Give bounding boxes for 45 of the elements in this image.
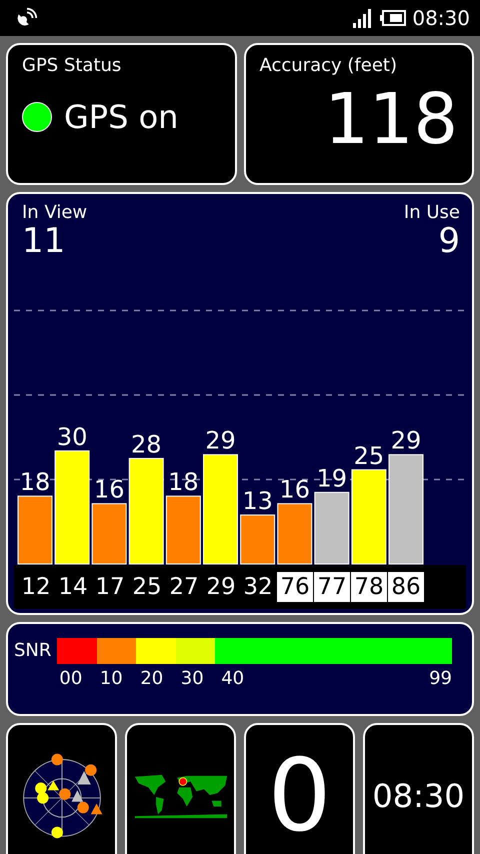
satellite-id: 77 bbox=[314, 572, 350, 602]
bar-value: 16 bbox=[94, 476, 124, 504]
accuracy-value: 118 bbox=[324, 84, 458, 154]
satellite-id: 27 bbox=[168, 573, 200, 602]
bar-value: 19 bbox=[316, 464, 348, 492]
in-use-count: 9 bbox=[438, 223, 460, 260]
bar-value: 18 bbox=[20, 468, 50, 496]
bar-value: 16 bbox=[279, 476, 310, 504]
satellite-id: 86 bbox=[388, 572, 424, 602]
snr-tick-label: 00 bbox=[59, 668, 82, 689]
counter-tile[interactable]: 0 bbox=[244, 723, 355, 854]
status-time: 08:30 bbox=[412, 6, 470, 30]
bar-value: 13 bbox=[242, 487, 273, 515]
satellite-id: 25 bbox=[131, 573, 163, 602]
clock-tile[interactable]: 08:30 bbox=[363, 723, 474, 854]
in-view-count: 11 bbox=[22, 223, 66, 260]
bar-value: 25 bbox=[354, 442, 384, 470]
satellite-id: 17 bbox=[94, 573, 126, 602]
clock-time: 08:30 bbox=[372, 777, 465, 815]
counter-value: 0 bbox=[268, 746, 332, 846]
bar-value: 18 bbox=[168, 468, 199, 496]
snr-label: SNR bbox=[14, 640, 52, 663]
satellite-id: 32 bbox=[242, 573, 274, 602]
satellite-id: 12 bbox=[20, 573, 52, 602]
satellite-id: 14 bbox=[57, 573, 89, 602]
in-view-label: In View bbox=[22, 202, 88, 223]
sky-view-tile[interactable] bbox=[6, 723, 117, 854]
snr-tick-label: 20 bbox=[140, 668, 164, 689]
snr-tick-label: 99 bbox=[429, 668, 452, 689]
snr-tick-label: 30 bbox=[180, 668, 204, 689]
world-map-tile[interactable] bbox=[125, 723, 236, 854]
battery-icon bbox=[380, 10, 406, 26]
satellite-id: 78 bbox=[351, 572, 387, 602]
bar-value: 30 bbox=[56, 422, 88, 451]
snr-tick-label: 40 bbox=[221, 668, 244, 689]
bar-value: 29 bbox=[390, 426, 422, 455]
bar-value: 28 bbox=[131, 430, 162, 458]
in-use-label: In Use bbox=[404, 202, 460, 223]
bar-value: 29 bbox=[205, 426, 236, 455]
card-title: GPS Status bbox=[22, 55, 122, 76]
gps-status-text: GPS on bbox=[64, 98, 178, 136]
card-title: Accuracy (feet) bbox=[260, 55, 398, 76]
satellite-id: 29 bbox=[205, 573, 237, 602]
snr-tick-label: 10 bbox=[100, 668, 123, 689]
satellite-id: 76 bbox=[277, 572, 313, 602]
